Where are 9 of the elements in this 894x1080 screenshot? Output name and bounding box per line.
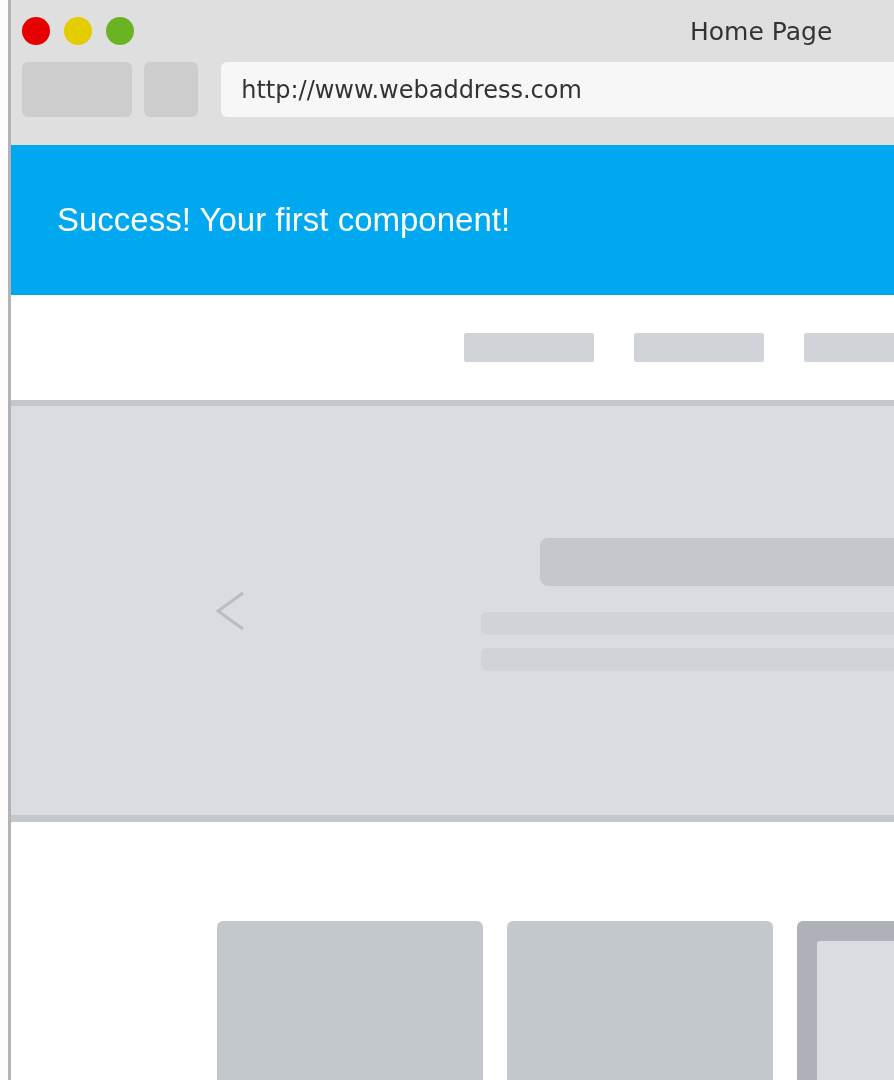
banner-message: Success! Your first component!	[57, 201, 511, 239]
nav-link-placeholder[interactable]	[464, 333, 594, 362]
minimize-dot[interactable]	[64, 17, 92, 45]
chevron-left-icon[interactable]	[215, 590, 245, 631]
address-field[interactable]: http://www.webaddress.com	[221, 62, 894, 117]
window-title: Home Page	[690, 16, 833, 46]
maximize-dot[interactable]	[106, 17, 134, 45]
close-dot[interactable]	[22, 17, 50, 45]
nav-link-placeholder[interactable]	[634, 333, 764, 362]
